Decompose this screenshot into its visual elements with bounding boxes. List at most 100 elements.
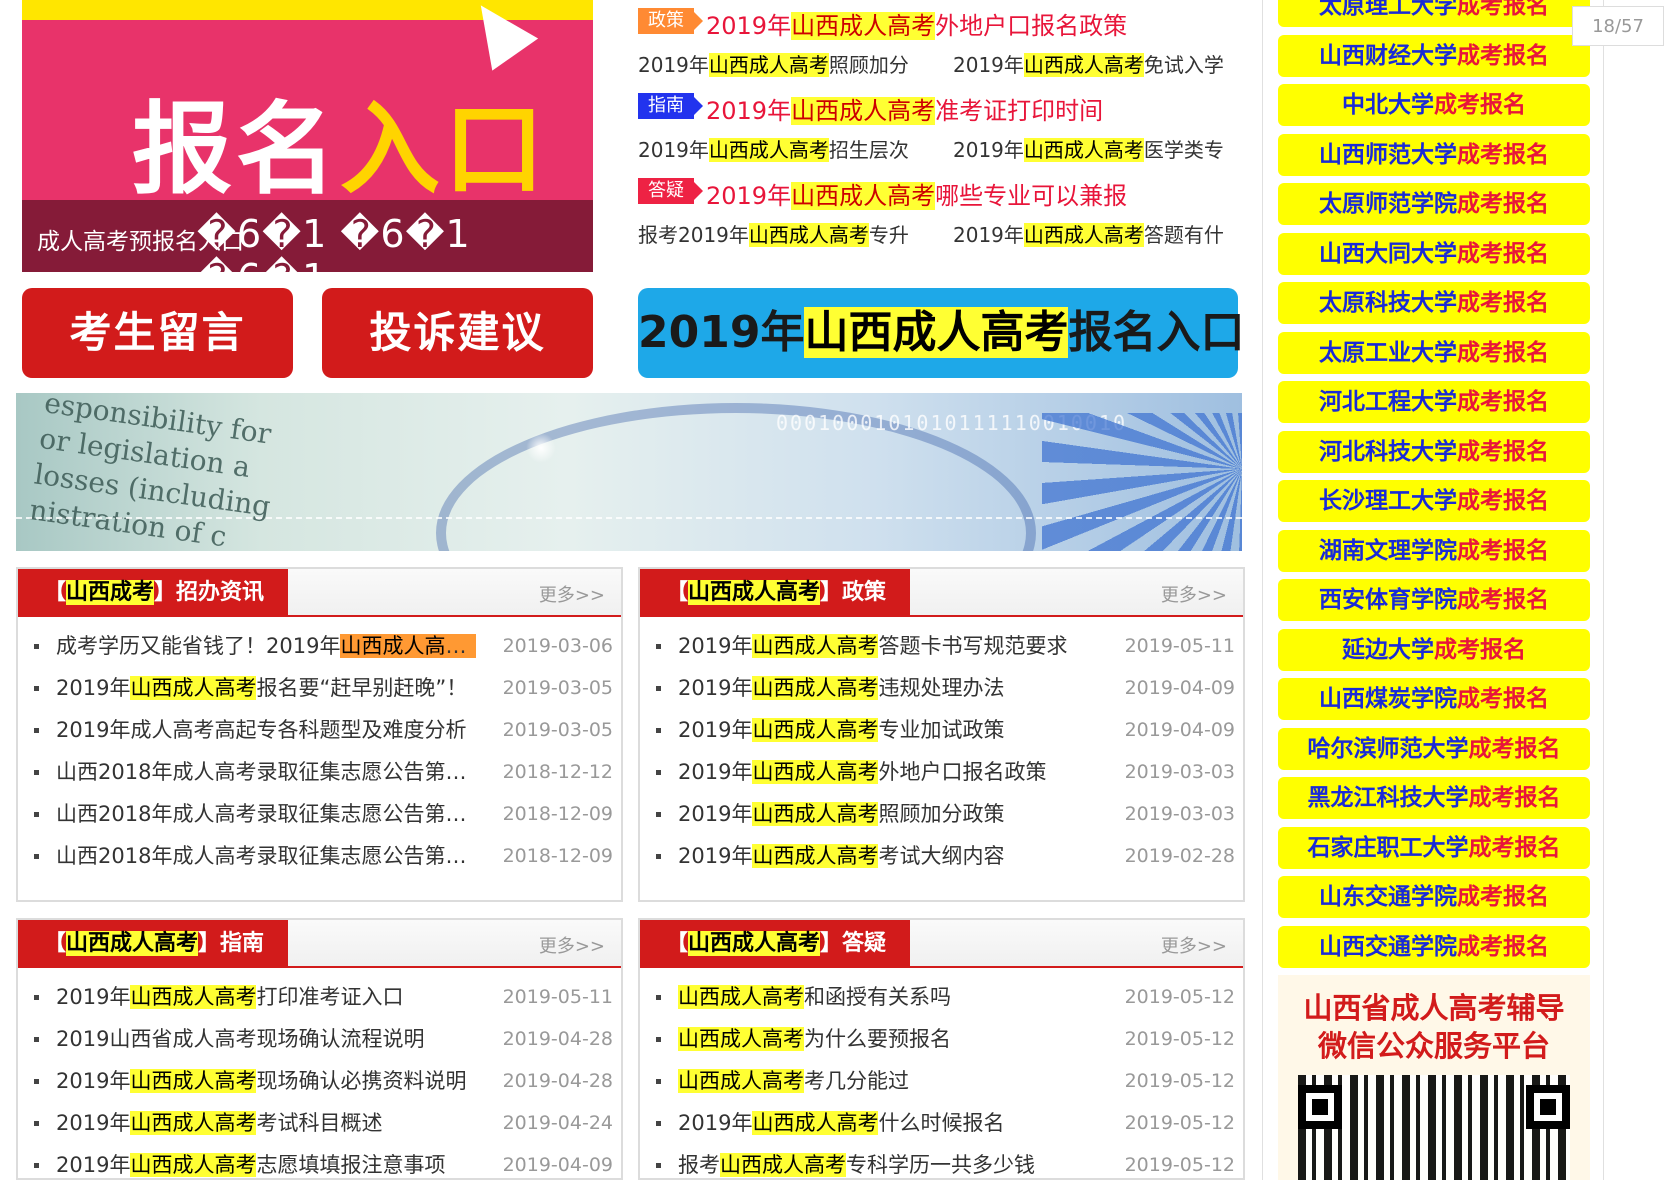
item-post: 专科学历一共多少钱 <box>846 1153 1035 1177</box>
headline-sublink[interactable]: 2019年山西成人高考免试入学 <box>953 49 1224 78</box>
university-link[interactable]: 山西煤炭学院成考报名 <box>1278 678 1590 720</box>
headline-sublink[interactable]: 2019年山西成人高考招生层次 <box>638 134 909 163</box>
university-link[interactable]: 山西大同大学成考报名 <box>1278 232 1590 275</box>
university-link[interactable]: 哈尔滨师范大学成考报名 <box>1278 727 1590 770</box>
headline-title[interactable]: 2019年山西成人高考准考证打印时间 <box>706 91 1103 126</box>
list-item[interactable]: 山西2018年成人高考录取征集志愿公告第5号 2018-12-12 <box>18 751 621 793</box>
list-item[interactable]: 报考山西成人高考专科学历一共多少钱 2019-05-12 <box>640 1144 1243 1180</box>
list-item[interactable]: 2019年山西成人高考外地户口报名政策 2019-03-03 <box>640 751 1243 793</box>
list-item-title[interactable]: 山西2018年成人高考录取征集志愿公告第4号 <box>56 793 476 835</box>
more-link[interactable]: 更多>> <box>539 932 605 958</box>
list-item[interactable]: 山西成人高考考几分能过 2019-05-12 <box>640 1060 1243 1102</box>
list-item[interactable]: 山西2018年成人高考录取征集志愿公告第3号 2018-12-09 <box>18 835 621 877</box>
university-link[interactable]: 太原理工大学成考报名 <box>1278 0 1590 27</box>
bullet-icon <box>656 812 661 817</box>
more-link[interactable]: 更多>> <box>1161 581 1227 607</box>
list-item[interactable]: 2019年山西成人高考考试大纲内容 2019-02-28 <box>640 835 1243 877</box>
list-item[interactable]: 2019年山西成人高考打印准考证入口 2019-05-11 <box>18 976 621 1018</box>
sublink-keyword: 山西成人高考 <box>1023 53 1144 77</box>
university-link[interactable]: 太原科技大学成考报名 <box>1278 282 1590 324</box>
list-item-title[interactable]: 2019年山西成人高考考试大纲内容 <box>678 835 1098 877</box>
banner-dashed-line <box>16 517 1242 519</box>
list-item[interactable]: 山西2018年成人高考录取征集志愿公告第4号 2018-12-09 <box>18 793 621 835</box>
university-link[interactable]: 太原师范学院成考报名 <box>1278 183 1590 225</box>
list-item-title[interactable]: 山西成人高考考几分能过 <box>678 1060 1098 1102</box>
complaint-button[interactable]: 投诉建议 <box>322 288 593 378</box>
headline-title[interactable]: 2019年山西成人高考哪些专业可以兼报 <box>706 176 1127 211</box>
list-item[interactable]: 2019山西省成人高考现场确认流程说明 2019-04-28 <box>18 1018 621 1060</box>
list-item[interactable]: 山西成人高考和函授有关系吗 2019-05-12 <box>640 976 1243 1018</box>
university-suffix: 成考报名 <box>1457 191 1549 217</box>
list-item-title[interactable]: 2019年山西成人高考打印准考证入口 <box>56 976 476 1018</box>
list-item[interactable]: 成考学历又能省钱了！2019年山西成人高考... 2019-03-06 <box>18 625 621 667</box>
headline-sublink[interactable]: 报考2019年山西成人高考专升 <box>638 219 909 248</box>
list-item-title[interactable]: 2019年山西成人高考答题卡书写规范要求 <box>678 625 1098 667</box>
list-item[interactable]: 2019年山西成人高考考试科目概述 2019-04-24 <box>18 1102 621 1144</box>
list-item[interactable]: 山西成人高考为什么要预报名 2019-05-12 <box>640 1018 1243 1060</box>
list-item-date: 2019-04-28 <box>502 1028 613 1050</box>
box-title[interactable]: 【山西成考】招办资讯 <box>18 569 288 617</box>
university-link[interactable]: 山西师范大学成考报名 <box>1278 133 1590 176</box>
headline-row[interactable]: 答疑 2019年山西成人高考哪些专业可以兼报 <box>638 170 1238 210</box>
list-item-title[interactable]: 山西成人高考为什么要预报名 <box>678 1018 1098 1060</box>
university-link[interactable]: 湖南文理学院成考报名 <box>1278 529 1590 572</box>
university-name: 中北大学 <box>1342 92 1434 118</box>
list-item[interactable]: 2019年山西成人高考什么时候报名 2019-05-12 <box>640 1102 1243 1144</box>
list-item-title[interactable]: 2019年成人高考高起专各科题型及难度分析 <box>56 709 476 751</box>
university-link[interactable]: 长沙理工大学成考报名 <box>1278 480 1590 522</box>
university-link[interactable]: 黑龙江科技大学成考报名 <box>1278 777 1590 819</box>
list-item-title[interactable]: 2019年山西成人高考志愿填填报注意事项 <box>56 1144 476 1180</box>
university-link[interactable]: 太原工业大学成考报名 <box>1278 331 1590 374</box>
list-item-title[interactable]: 2019年山西成人高考报名要“赶早别赶晚”！ <box>56 667 476 709</box>
list-item[interactable]: 2019年山西成人高考志愿填填报注意事项 2019-04-09 <box>18 1144 621 1180</box>
list-item-title[interactable]: 2019年山西成人高考考试科目概述 <box>56 1102 476 1144</box>
list-item[interactable]: 2019年山西成人高考违规处理办法 2019-04-09 <box>640 667 1243 709</box>
box-title-keyword: 山西成人高考 <box>688 580 821 605</box>
list-item-title[interactable]: 成考学历又能省钱了！2019年山西成人高考... <box>56 625 476 667</box>
list-item-title[interactable]: 2019年山西成人高考专业加试政策 <box>678 709 1098 751</box>
bullet-icon <box>656 854 661 859</box>
headline-sublink[interactable]: 2019年山西成人高考医学类专 <box>953 134 1224 163</box>
headline-row[interactable]: 指南 2019年山西成人高考准考证打印时间 <box>638 85 1238 125</box>
headline-sublink[interactable]: 2019年山西成人高考照顾加分 <box>638 49 909 78</box>
headline-row[interactable]: 政策 2019年山西成人高考外地户口报名政策 <box>638 0 1238 40</box>
list-item-title[interactable]: 2019年山西成人高考现场确认必携资料说明 <box>56 1060 476 1102</box>
university-link[interactable]: 石家庄职工大学成考报名 <box>1278 826 1590 869</box>
list-item[interactable]: 2019年山西成人高考照顾加分政策 2019-03-03 <box>640 793 1243 835</box>
list-item[interactable]: 2019年山西成人高考答题卡书写规范要求 2019-05-11 <box>640 625 1243 667</box>
banner-slide-indicators[interactable]: �6�1 �6�1 �6�1 <box>197 212 593 272</box>
list-item-title[interactable]: 山西成人高考和函授有关系吗 <box>678 976 1098 1018</box>
list-item[interactable]: 2019年成人高考高起专各科题型及难度分析 2019-03-05 <box>18 709 621 751</box>
registration-entry-button[interactable]: 2019年山西成人高考报名入口 <box>638 288 1244 378</box>
university-link[interactable]: 山西交通学院成考报名 <box>1278 925 1590 968</box>
box-title[interactable]: 【山西成人高考】政策 <box>640 569 910 617</box>
list-item-date: 2019-05-12 <box>1124 1070 1235 1092</box>
more-link[interactable]: 更多>> <box>539 581 605 607</box>
university-link[interactable]: 山东交通学院成考报名 <box>1278 876 1590 918</box>
university-link[interactable]: 延边大学成考报名 <box>1278 628 1590 671</box>
item-pre: 2019年 <box>678 1111 753 1135</box>
list-item[interactable]: 2019年山西成人高考现场确认必携资料说明 2019-04-28 <box>18 1060 621 1102</box>
list-item-title[interactable]: 2019年山西成人高考照顾加分政策 <box>678 793 1098 835</box>
box-title[interactable]: 【山西成人高考】答疑 <box>640 920 910 968</box>
university-link[interactable]: 山西财经大学成考报名 <box>1278 34 1590 77</box>
more-link[interactable]: 更多>> <box>1161 932 1227 958</box>
student-message-button[interactable]: 考生留言 <box>22 288 293 378</box>
box-title[interactable]: 【山西成人高考】指南 <box>18 920 288 968</box>
university-link[interactable]: 河北科技大学成考报名 <box>1278 430 1590 473</box>
list-item-title[interactable]: 2019山西省成人高考现场确认流程说明 <box>56 1018 476 1060</box>
signup-entry-banner[interactable]: 报名入口 成人高考预报名入口 �6�1 �6�1 �6�1 <box>22 0 593 272</box>
list-item-title[interactable]: 报考山西成人高考专科学历一共多少钱 <box>678 1144 1098 1180</box>
headline-title[interactable]: 2019年山西成人高考外地户口报名政策 <box>706 6 1127 41</box>
list-item-title[interactable]: 山西2018年成人高考录取征集志愿公告第5号 <box>56 751 476 793</box>
list-item-title[interactable]: 2019年山西成人高考违规处理办法 <box>678 667 1098 709</box>
list-item-title[interactable]: 2019年山西成人高考外地户口报名政策 <box>678 751 1098 793</box>
university-link[interactable]: 河北工程大学成考报名 <box>1278 381 1590 423</box>
list-item[interactable]: 2019年山西成人高考报名要“赶早别赶晚”！ 2019-03-05 <box>18 667 621 709</box>
university-link[interactable]: 西安体育学院成考报名 <box>1278 579 1590 621</box>
university-link[interactable]: 中北大学成考报名 <box>1278 84 1590 126</box>
headline-sublink[interactable]: 2019年山西成人高考答题有什 <box>953 219 1224 248</box>
list-item-title[interactable]: 山西2018年成人高考录取征集志愿公告第3号 <box>56 835 476 877</box>
list-item[interactable]: 2019年山西成人高考专业加试政策 2019-04-09 <box>640 709 1243 751</box>
list-item-title[interactable]: 2019年山西成人高考什么时候报名 <box>678 1102 1098 1144</box>
